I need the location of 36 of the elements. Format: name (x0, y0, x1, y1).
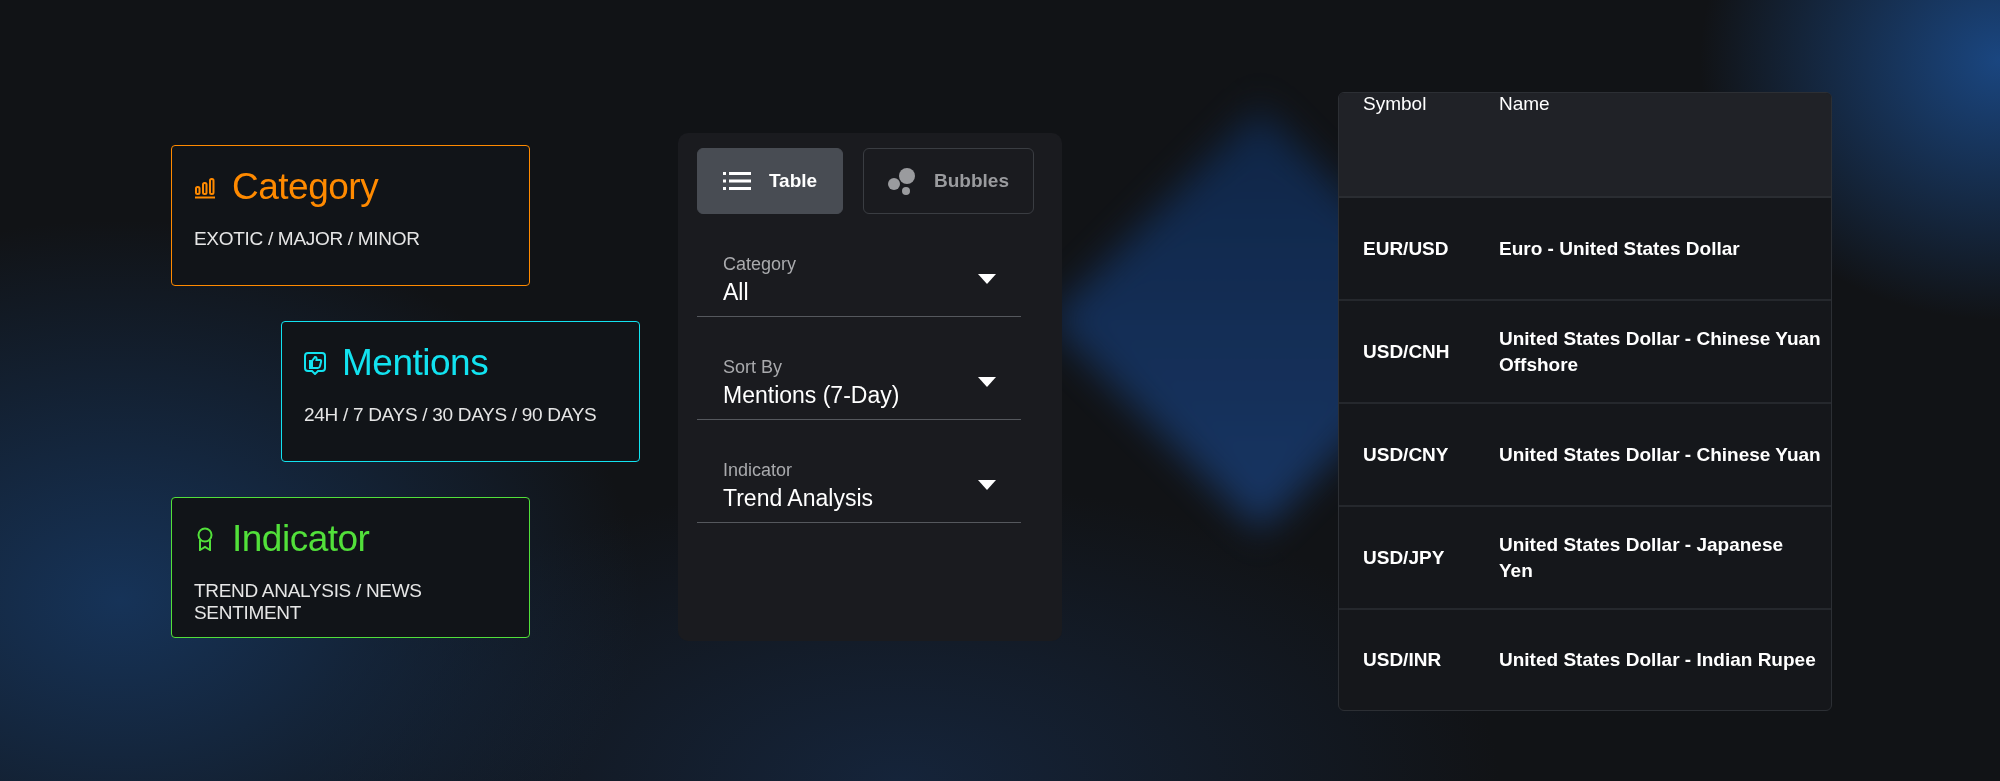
column-header: Name (1499, 93, 1550, 114)
dropdown-field[interactable]: Category All (697, 214, 1021, 317)
card-title: Mentions (342, 342, 489, 384)
table-cell: United States Dollar - Chinese Yuan Offshore (1499, 327, 1821, 375)
view-toggle-button[interactable]: Table (697, 148, 843, 214)
table-cell: Euro - United States Dollar (1499, 237, 1740, 259)
caret-icon (978, 274, 996, 284)
card-options: TREND ANALYSIS / NEWS SENTIMENT (194, 580, 507, 624)
column-header: Symbol (1363, 93, 1427, 114)
card-title: Indicator (232, 518, 370, 560)
table-cell: United States Dollar - Japanese Yen (1499, 533, 1784, 581)
dropdown-label: Indicator (723, 460, 794, 481)
dropdown-label: Sort By (723, 357, 784, 378)
bubbles-icon (888, 167, 916, 195)
table-cell: USD/CNY (1363, 443, 1449, 465)
card-options: EXOTIC / MAJOR / MINOR (194, 228, 507, 250)
view-toggle-button[interactable]: Bubbles (863, 148, 1034, 214)
dropdown-value: All (723, 279, 750, 306)
table-cell: USD/INR (1363, 649, 1442, 670)
table-cell: United States Dollar - Indian Rupee (1499, 649, 1816, 670)
dropdown-field[interactable]: Indicator Trend Analysis (697, 420, 1021, 523)
dropdown-value: Mentions (7-Day) (723, 382, 900, 409)
caret-icon (978, 377, 996, 387)
card-options: 24H / 7 DAYS / 30 DAYS / 90 DAYS (304, 404, 617, 426)
bar-chart-icon (194, 175, 216, 199)
list-icon (722, 172, 751, 190)
dropdown-label: Category (723, 254, 797, 275)
table-cell: United States Dollar - Chinese Yuan (1499, 443, 1821, 465)
thumbs-up-icon (304, 351, 326, 375)
table-cell: USD/CNH (1363, 340, 1450, 362)
table-cell: USD/JPY (1363, 546, 1445, 568)
dropdown-field[interactable]: Sort By Mentions (7-Day) (697, 317, 1021, 420)
dropdown-value: Trend Analysis (723, 485, 873, 512)
caret-icon (978, 480, 996, 490)
table-cell: EUR/USD (1363, 237, 1449, 259)
card-title: Category (232, 166, 379, 208)
